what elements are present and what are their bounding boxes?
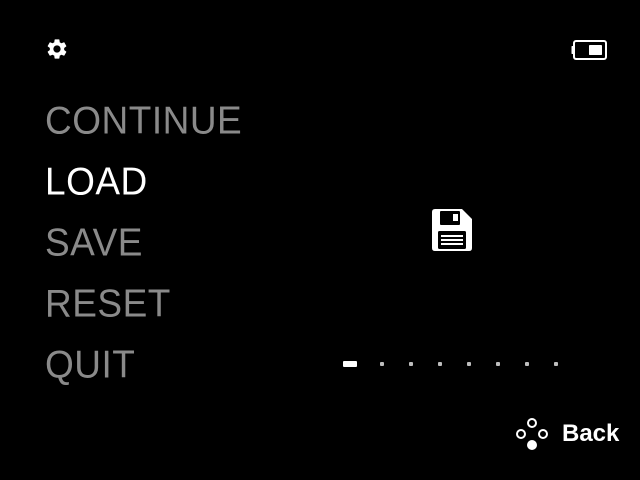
back-button[interactable]: Back bbox=[514, 414, 619, 454]
pager-dot[interactable] bbox=[438, 362, 442, 366]
menu-item-save[interactable]: SAVE bbox=[45, 211, 345, 274]
back-label: Back bbox=[562, 420, 620, 447]
save-slot-pager bbox=[343, 360, 563, 370]
pager-dot[interactable] bbox=[380, 362, 384, 366]
pager-dot[interactable] bbox=[409, 362, 413, 366]
pager-dot[interactable] bbox=[467, 362, 471, 366]
menu-item-reset[interactable]: RESET bbox=[45, 272, 345, 335]
pager-dot[interactable] bbox=[496, 362, 500, 366]
battery-icon bbox=[571, 40, 607, 60]
gear-icon[interactable] bbox=[45, 37, 69, 61]
save-icon bbox=[432, 209, 472, 251]
pager-dot[interactable] bbox=[525, 362, 529, 366]
menu-item-load[interactable]: LOAD bbox=[45, 150, 345, 213]
main-menu: CONTINUE LOAD SAVE RESET QUIT bbox=[45, 90, 345, 395]
menu-item-continue[interactable]: CONTINUE bbox=[45, 89, 345, 152]
pager-dot[interactable] bbox=[554, 362, 558, 366]
gamepad-buttons-icon bbox=[516, 418, 548, 450]
pager-dot-active[interactable] bbox=[343, 361, 357, 367]
menu-item-quit[interactable]: QUIT bbox=[45, 333, 345, 396]
